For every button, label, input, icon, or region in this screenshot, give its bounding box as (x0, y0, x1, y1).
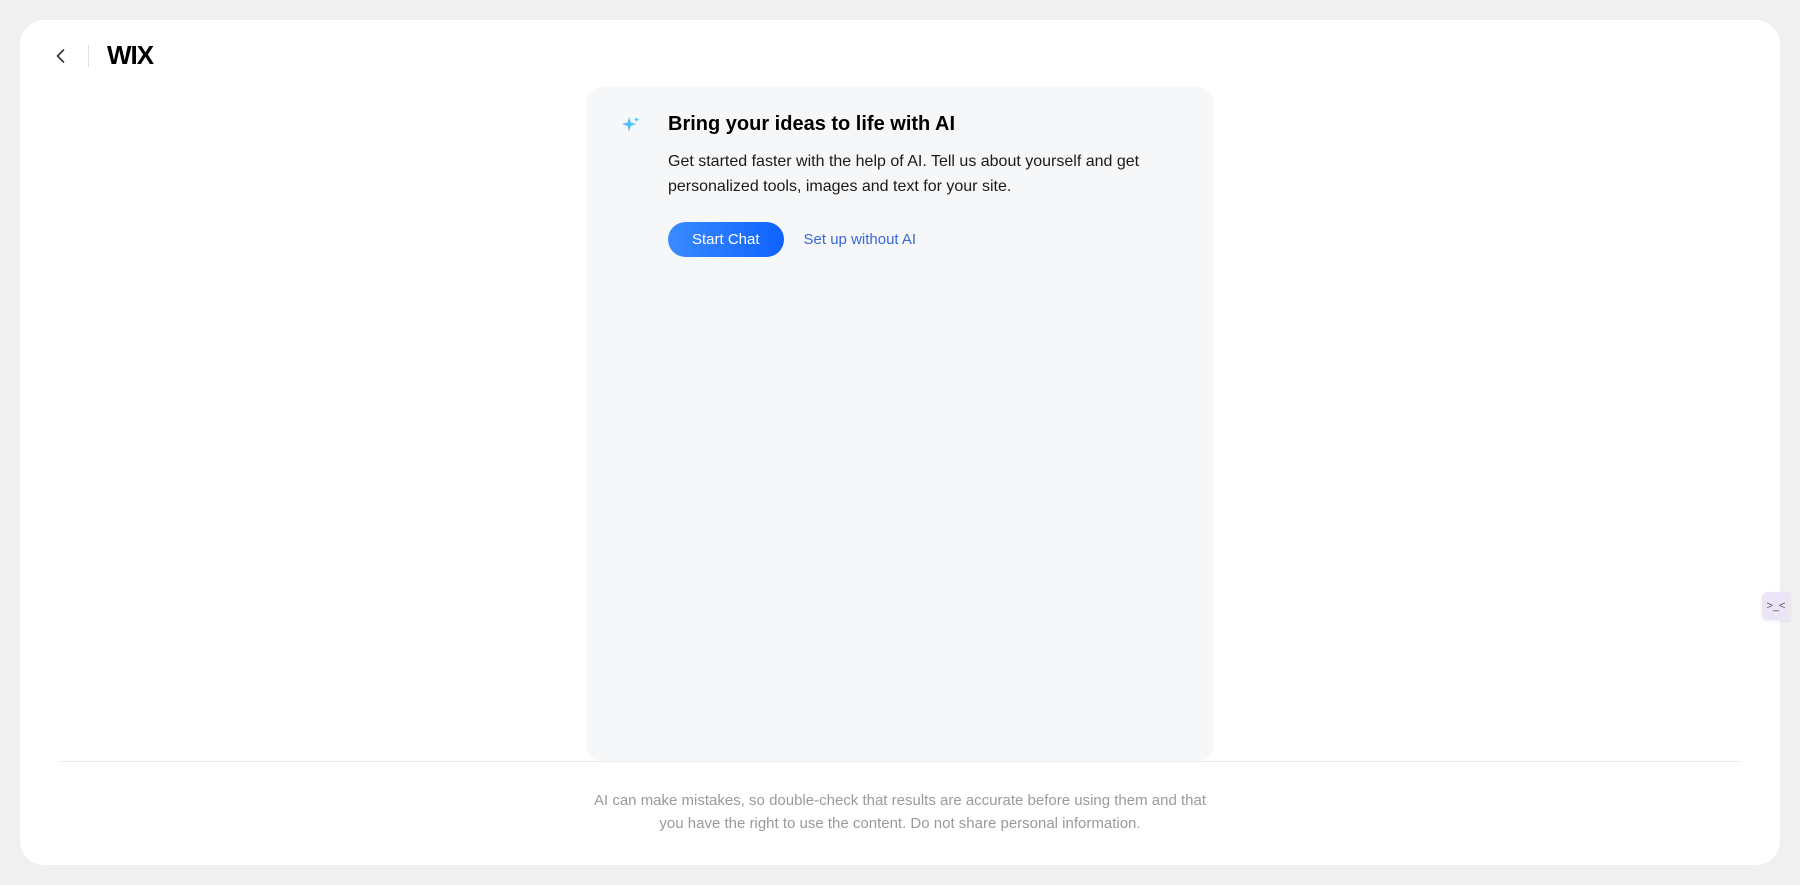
header: WIX (20, 20, 1780, 91)
ai-disclaimer-text: AI can make mistakes, so double-check th… (580, 790, 1220, 835)
start-chat-button[interactable]: Start Chat (668, 222, 784, 257)
ai-card-title: Bring your ideas to life with AI (668, 113, 1180, 136)
setup-without-ai-link[interactable]: Set up without AI (804, 231, 917, 248)
ai-card-body: Bring your ideas to life with AI Get sta… (668, 113, 1180, 731)
content-area: Bring your ideas to life with AI Get sta… (20, 91, 1780, 761)
footer: AI can make mistakes, so double-check th… (60, 761, 1740, 865)
ai-card-description: Get started faster with the help of AI. … (668, 150, 1180, 200)
wix-logo[interactable]: WIX (107, 40, 153, 71)
code-icon: >_< (1767, 600, 1786, 612)
ai-card-actions: Start Chat Set up without AI (668, 222, 1180, 257)
header-divider (88, 45, 89, 67)
chevron-left-icon (56, 49, 65, 63)
ai-intro-card: Bring your ideas to life with AI Get sta… (586, 87, 1214, 761)
floating-dev-widget[interactable]: >_< (1762, 592, 1790, 620)
sparkle-icon (620, 115, 642, 731)
back-button[interactable] (50, 46, 70, 66)
main-panel: WIX Bring your ideas to life with AI (20, 20, 1780, 865)
